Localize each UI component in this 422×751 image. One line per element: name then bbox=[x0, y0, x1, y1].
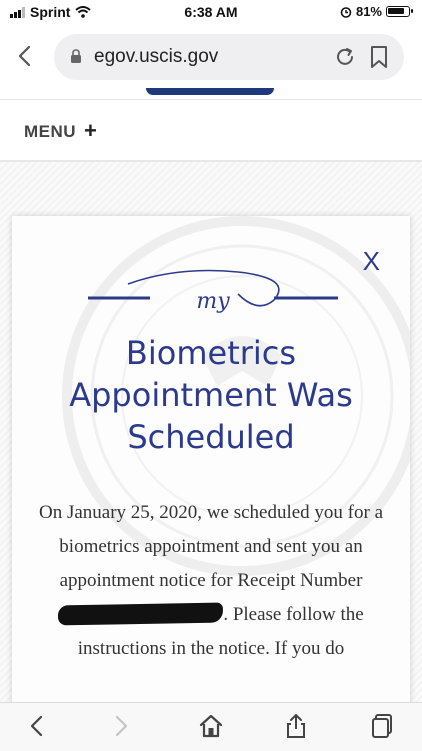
url-text: egov.uscis.gov bbox=[94, 46, 219, 67]
share-icon[interactable] bbox=[283, 713, 309, 739]
back-chevron-icon[interactable] bbox=[14, 44, 38, 68]
status-right: 81% bbox=[340, 4, 413, 19]
title-line-2: Appointment Was bbox=[69, 376, 353, 414]
home-icon[interactable] bbox=[198, 713, 224, 739]
browser-toolbar: egov.uscis.gov bbox=[0, 28, 422, 86]
battery-percent: 81% bbox=[355, 4, 382, 19]
back-icon[interactable] bbox=[24, 713, 50, 739]
title-line-1: Biometrics bbox=[125, 334, 297, 372]
menu-bar[interactable]: MENU + bbox=[0, 100, 422, 160]
menu-label: MENU bbox=[24, 122, 77, 141]
alarm-icon bbox=[340, 6, 352, 18]
status-modal: X my Biometrics Appointment Was Schedule… bbox=[12, 216, 410, 726]
status-bar: Sprint 6:38 AM 81% bbox=[0, 0, 422, 24]
tabs-icon[interactable] bbox=[370, 713, 396, 739]
address-bar[interactable]: egov.uscis.gov bbox=[54, 34, 404, 80]
my-uscis-logo: my bbox=[88, 269, 338, 314]
close-button[interactable]: X bbox=[363, 246, 380, 277]
menu-plus-icon: + bbox=[84, 118, 97, 143]
nav-button-partial[interactable] bbox=[146, 88, 274, 95]
bookmark-icon[interactable] bbox=[370, 46, 388, 68]
modal-body: On January 25, 2020, we scheduled you fo… bbox=[36, 496, 386, 666]
safari-bottom-toolbar bbox=[0, 702, 422, 751]
reload-icon[interactable] bbox=[334, 46, 356, 68]
title-line-3: Scheduled bbox=[127, 418, 295, 456]
battery-icon bbox=[386, 6, 413, 17]
logo-text: my bbox=[196, 289, 230, 314]
redacted-receipt-number bbox=[58, 602, 224, 626]
body-text-1: On January 25, 2020, we scheduled you fo… bbox=[38, 502, 384, 591]
lock-icon bbox=[71, 49, 81, 63]
modal-title: Biometrics Appointment Was Scheduled bbox=[32, 332, 390, 458]
forward-icon[interactable] bbox=[108, 713, 134, 739]
